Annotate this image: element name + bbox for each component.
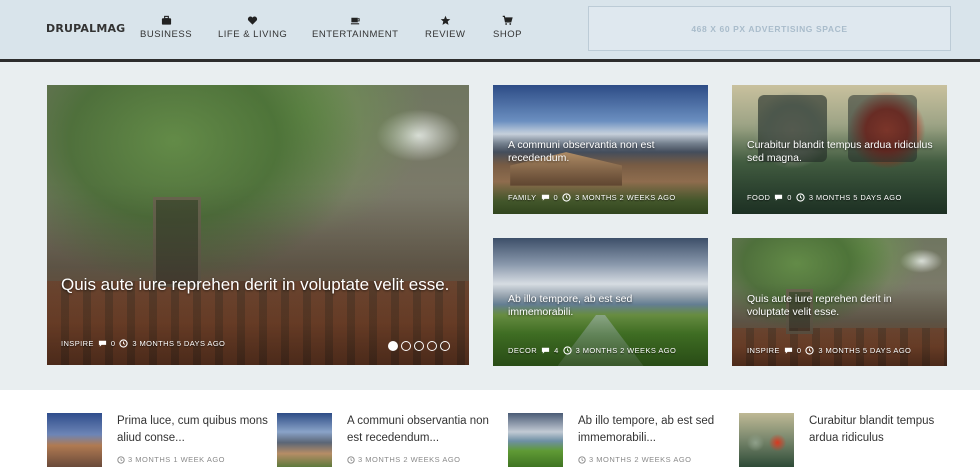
post-date: 3 MONTHS 1 WEEK AGO [128,455,226,464]
comment-icon [775,194,783,201]
comment-count: 0 [553,193,559,202]
slider-dot[interactable] [388,341,398,351]
list-item[interactable]: Prima luce, cum quibus mons aliud conse.… [47,413,268,471]
list-thumbnail[interactable] [508,413,563,467]
post-date: 3 MONTHS 2 WEEKS AGO [358,455,461,464]
article-tile[interactable]: A communi observantia non est recedendum… [493,85,708,214]
post-date: 3 MONTHS 5 DAYS AGO [132,339,226,348]
star-icon [425,14,465,28]
clock-icon [119,339,129,348]
comment-count: 0 [787,193,792,202]
list-thumbnail[interactable] [47,413,102,467]
clock-icon [563,346,572,355]
nav-item-shop[interactable]: SHOP [493,14,522,40]
list-title[interactable]: A communi observantia non est recedendum… [347,413,507,447]
list-item[interactable]: Curabitur blandit tempus ardua ridiculus [739,413,949,471]
nav-item-business[interactable]: BUSINESS [140,14,192,40]
article-title[interactable]: Quis aute iure reprehen derit in volupta… [747,293,937,319]
heart-icon [218,14,287,28]
category-label[interactable]: FOOD [747,193,770,202]
list-thumbnail[interactable] [277,413,332,467]
article-title[interactable]: A communi observantia non est recedendum… [508,139,698,165]
comment-count: 0 [110,339,116,348]
coffee-icon [312,14,398,28]
article-meta: FAMILY 0 3 MONTHS 2 WEEKS AGO [508,193,676,202]
comment-icon [98,340,106,347]
post-date: 3 MONTHS 5 DAYS AGO [808,193,902,202]
slider-pager [388,341,450,351]
site-logo[interactable]: DRUPALMAG [46,22,125,35]
list-meta: 3 MONTHS 2 WEEKS AGO [578,455,692,464]
comment-count: 4 [554,346,559,355]
list-title[interactable]: Ab illo tempore, ab est sed immemorabili… [578,413,738,447]
list-title[interactable]: Prima luce, cum quibus mons aliud conse.… [117,413,277,447]
nav-item-entertainment[interactable]: ENTERTAINMENT [312,14,398,40]
header-divider [0,59,980,62]
article-meta: FOOD 0 3 MONTHS 5 DAYS AGO [747,193,902,202]
comment-icon [541,194,549,201]
clock-icon [117,455,125,464]
list-item[interactable]: Ab illo tempore, ab est sed immemorabili… [508,413,718,471]
nav-item-life-living[interactable]: LIFE & LIVING [218,14,287,40]
slider-dot[interactable] [427,341,437,351]
briefcase-icon [140,14,192,28]
list-title[interactable]: Curabitur blandit tempus ardua ridiculus [809,413,939,447]
nav-item-review[interactable]: REVIEW [425,14,465,40]
clock-icon [347,455,355,464]
article-tile[interactable]: Ab illo tempore, ab est sed immemorabili… [493,238,708,366]
category-label[interactable]: INSPIRE [61,339,94,348]
list-meta: 3 MONTHS 2 WEEKS AGO [347,455,461,464]
clock-icon [578,455,586,464]
article-tile[interactable]: Quis aute iure reprehen derit in volupta… [732,238,947,366]
article-title[interactable]: Curabitur blandit tempus ardua ridiculus… [747,139,937,165]
clock-icon [562,193,571,202]
post-date: 3 MONTHS 2 WEEKS AGO [575,346,677,355]
post-date: 3 MONTHS 5 DAYS AGO [818,346,912,355]
category-label[interactable]: FAMILY [508,193,537,202]
comment-icon [784,347,792,354]
clock-icon [805,346,815,355]
slider-dot[interactable] [401,341,411,351]
article-title[interactable]: Ab illo tempore, ab est sed immemorabili… [508,293,698,319]
article-tile[interactable]: Curabitur blandit tempus ardua ridiculus… [732,85,947,214]
article-meta: INSPIRE 0 3 MONTHS 5 DAYS AGO [747,346,911,355]
list-item[interactable]: A communi observantia non est recedendum… [277,413,489,471]
post-date: 3 MONTHS 2 WEEKS AGO [575,193,676,202]
featured-slider[interactable]: Quis aute iure reprehen derit in volupta… [47,85,469,365]
advertising-space[interactable]: 468 X 60 PX ADVERTISING SPACE [588,6,951,51]
featured-meta: INSPIRE 0 3 MONTHS 5 DAYS AGO [61,339,225,348]
article-meta: DECOR 4 3 MONTHS 2 WEEKS AGO [508,346,676,355]
cart-icon [493,14,522,28]
list-meta: 3 MONTHS 1 WEEK AGO [117,455,225,464]
featured-title[interactable]: Quis aute iure reprehen derit in volupta… [61,273,451,297]
comment-icon [541,347,550,354]
clock-icon [796,193,805,202]
slider-dot[interactable] [440,341,450,351]
category-label[interactable]: INSPIRE [747,346,780,355]
post-date: 3 MONTHS 2 WEEKS AGO [589,455,692,464]
category-label[interactable]: DECOR [508,346,537,355]
list-thumbnail[interactable] [739,413,794,467]
slider-dot[interactable] [414,341,424,351]
comment-count: 0 [796,346,802,355]
